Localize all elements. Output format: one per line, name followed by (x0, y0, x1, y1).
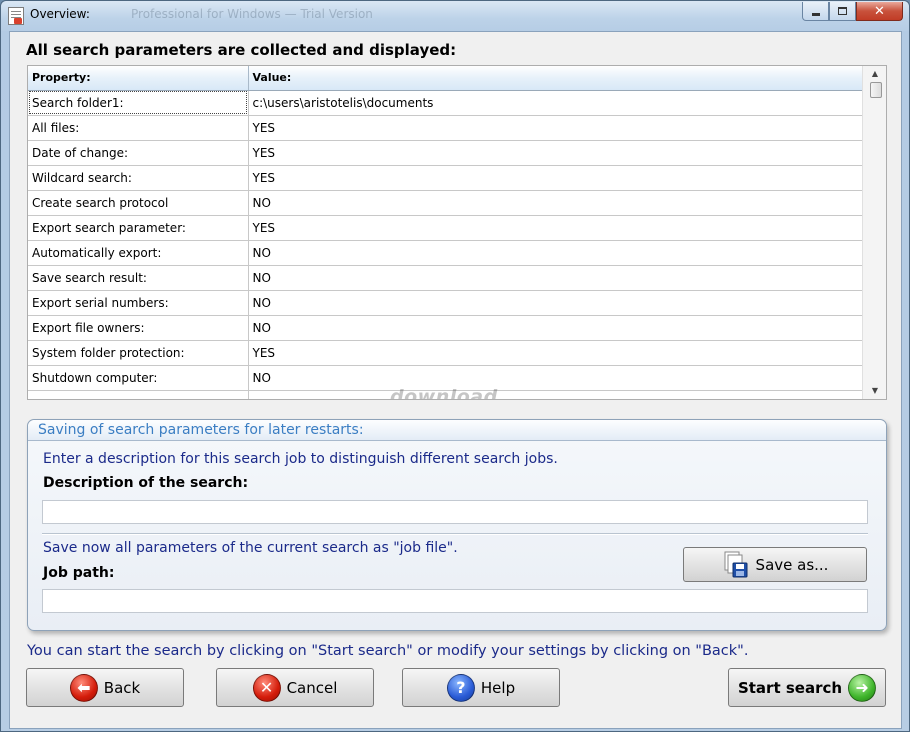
minimize-button[interactable] (802, 2, 829, 21)
close-button[interactable]: ✕ (856, 2, 903, 21)
scroll-up-icon[interactable]: ▲ (863, 66, 886, 82)
property-cell: Wildcard search: (28, 165, 249, 191)
job-file-hint: Save now all parameters of the current s… (43, 540, 458, 556)
table-row[interactable]: System folder protection: YES (28, 340, 863, 366)
save-parameters-group: Saving of search parameters for later re… (27, 419, 887, 631)
value-cell: YES (248, 140, 863, 166)
description-hint: Enter a description for this search job … (43, 451, 558, 467)
table-row[interactable]: Create search protocol NO (28, 190, 863, 216)
dialog-body: All search parameters are collected and … (9, 31, 902, 729)
description-label: Description of the search: (43, 475, 249, 491)
value-cell: YES (248, 165, 863, 191)
column-header-value[interactable]: Value: (248, 66, 863, 91)
property-cell: System folder protection: (28, 340, 249, 366)
help-button[interactable]: ? Help (402, 668, 560, 707)
table-row[interactable]: Export search parameter: YES (28, 215, 863, 241)
window-title-ghost: Professional for Windows — Trial Version (131, 7, 373, 21)
scroll-down-icon[interactable]: ▼ (863, 383, 886, 399)
watermark-logo: download (390, 386, 498, 400)
value-cell: NO (248, 190, 863, 216)
value-cell: NO (248, 240, 863, 266)
value-cell: YES (248, 215, 863, 241)
value-cell: YES (248, 115, 863, 141)
table-row[interactable]: Wildcard search: YES (28, 165, 863, 191)
start-search-label: Start search (737, 678, 843, 697)
property-cell: Save search result: (28, 265, 249, 291)
save-as-button[interactable]: Save as... (683, 547, 867, 582)
property-cell: Automatically export: (28, 240, 249, 266)
maximize-button[interactable] (829, 2, 856, 21)
property-cell: Date of change: (28, 140, 249, 166)
app-icon (8, 7, 24, 25)
help-label: Help (480, 678, 516, 697)
grid-header-row: Property: Value: (28, 66, 863, 91)
table-row[interactable]: Export file owners: NO (28, 315, 863, 341)
minimize-icon (811, 12, 820, 16)
table-row[interactable]: All files: YES (28, 115, 863, 141)
scrollbar-thumb[interactable] (870, 82, 882, 98)
left-arrow-icon: ⬅ (69, 673, 98, 702)
save-as-label: Save as... (755, 555, 829, 574)
floppy-disk-icon (724, 551, 748, 577)
table-row[interactable]: Date of change: YES (28, 140, 863, 166)
grid-vertical-scrollbar[interactable]: ▲ ▼ (862, 66, 886, 399)
value-cell: NO (248, 315, 863, 341)
group-title: Saving of search parameters for later re… (28, 420, 886, 441)
table-row[interactable]: Save search result: NO (28, 265, 863, 291)
property-cell: Export file owners: (28, 315, 249, 341)
group-divider (42, 533, 868, 535)
title-bar[interactable]: Overview: Professional for Windows — Tri… (1, 1, 909, 31)
description-input[interactable] (42, 500, 868, 524)
value-cell (248, 390, 863, 399)
value-cell: NO (248, 365, 863, 391)
cancel-x-icon: ✕ (252, 673, 281, 702)
cancel-label: Cancel (286, 678, 338, 697)
property-cell: Create search protocol (28, 190, 249, 216)
value-cell: NO (248, 290, 863, 316)
job-path-input[interactable] (42, 589, 868, 613)
property-cell (28, 390, 249, 399)
window-title: Overview: (30, 7, 90, 21)
job-path-label: Job path: (43, 565, 115, 581)
table-row[interactable]: Export serial numbers: NO (28, 290, 863, 316)
property-cell: Export serial numbers: (28, 290, 249, 316)
footer-hint: You can start the search by clicking on … (27, 643, 749, 659)
parameters-table: Property: Value: Search folder1: c:\users… (28, 66, 863, 399)
start-search-button[interactable]: Start search ➜ (728, 668, 886, 707)
right-arrow-icon: ➜ (848, 673, 877, 702)
parameters-grid[interactable]: Property: Value: Search folder1: c:\users… (27, 65, 887, 400)
page-heading: All search parameters are collected and … (26, 41, 457, 59)
back-button[interactable]: ⬅ Back (26, 668, 184, 707)
table-row[interactable]: Search folder1: c:\users\aristotelis\docu… (28, 90, 863, 116)
column-header-property[interactable]: Property: (28, 66, 249, 91)
question-icon: ? (446, 673, 475, 702)
table-row[interactable]: Automatically export: NO (28, 240, 863, 266)
maximize-icon (838, 7, 847, 15)
value-cell: c:\users\aristotelis\documents (248, 90, 863, 116)
value-cell: NO (248, 265, 863, 291)
dialog-window: Overview: Professional for Windows — Tri… (0, 0, 910, 732)
property-cell: All files: (28, 115, 249, 141)
close-icon: ✕ (874, 3, 885, 19)
back-label: Back (103, 678, 141, 697)
property-cell: Shutdown computer: (28, 365, 249, 391)
cancel-button[interactable]: ✕ Cancel (216, 668, 374, 707)
property-cell: Export search parameter: (28, 215, 249, 241)
property-cell: Search folder1: (28, 90, 249, 116)
value-cell: YES (248, 340, 863, 366)
